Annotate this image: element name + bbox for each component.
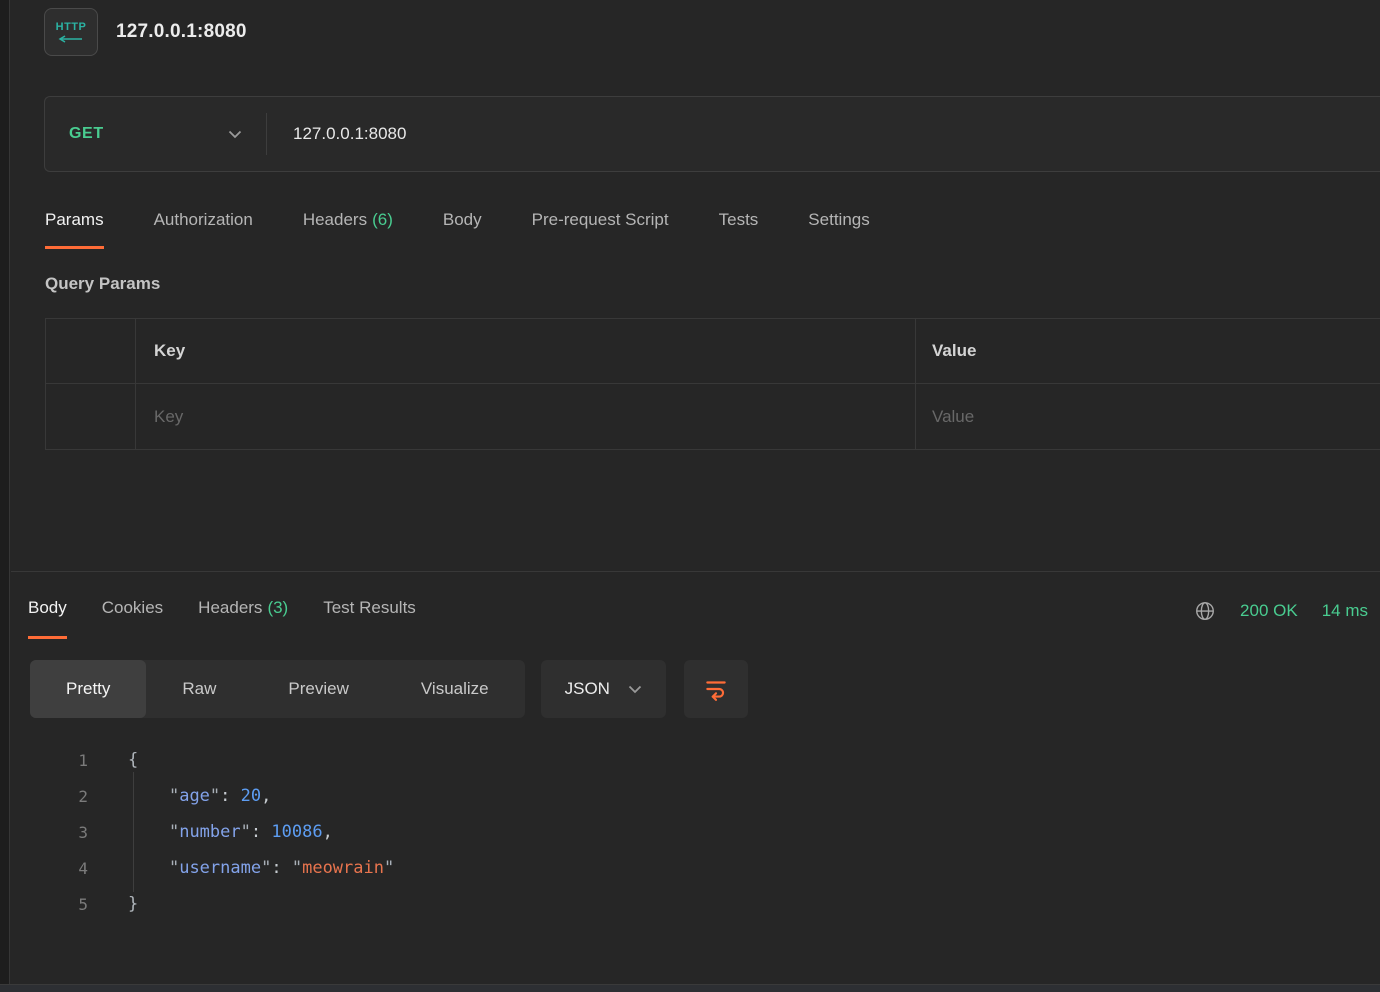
code-line: 4 "username": "meowrain" <box>30 850 1380 886</box>
code-line: 1{ <box>30 742 1380 778</box>
view-preview[interactable]: Preview <box>252 660 384 718</box>
query-params-title: Query Params <box>45 274 160 294</box>
request-title: 127.0.0.1:8080 <box>116 21 247 43</box>
value-placeholder: Value <box>932 407 974 427</box>
view-label: Pretty <box>66 679 110 699</box>
response-view-toggle: Pretty Raw Preview Visualize <box>30 660 525 718</box>
tab-authorization[interactable]: Authorization <box>154 210 253 246</box>
tab-label: Authorization <box>154 210 253 229</box>
view-pretty[interactable]: Pretty <box>30 660 146 718</box>
view-label: Visualize <box>421 679 489 699</box>
tab-response-headers[interactable]: Headers (3) <box>198 598 288 636</box>
tab-label: Headers <box>198 598 262 617</box>
request-header: HTTP 127.0.0.1:8080 <box>44 8 247 56</box>
tab-body[interactable]: Body <box>443 210 482 246</box>
tab-test-results[interactable]: Test Results <box>323 598 416 636</box>
tab-label: Tests <box>719 210 759 229</box>
tab-label: Test Results <box>323 598 416 617</box>
response-view-row: Pretty Raw Preview Visualize JSON <box>30 660 748 718</box>
tab-label: Headers <box>303 210 367 229</box>
tab-label: Body <box>443 210 482 229</box>
http-badge-label: HTTP <box>56 22 87 33</box>
line-number: 1 <box>30 751 88 770</box>
headers-count-badge: (6) <box>372 210 393 229</box>
left-panel-edge <box>0 0 10 992</box>
code-text: } <box>128 894 138 914</box>
code-text: "age": 20, <box>128 786 271 806</box>
view-raw[interactable]: Raw <box>146 660 252 718</box>
tab-pre-request-script[interactable]: Pre-request Script <box>532 210 669 246</box>
response-meta: 200 OK 14 ms <box>1194 600 1368 622</box>
column-header-label: Value <box>932 341 976 361</box>
tab-tests[interactable]: Tests <box>719 210 759 246</box>
table-header-row: Key Value <box>46 319 1380 384</box>
chevron-down-icon <box>228 130 242 139</box>
tab-label: Settings <box>808 210 869 229</box>
code-line: 5} <box>30 886 1380 922</box>
request-tabs: Params Authorization Headers (6) Body Pre… <box>45 210 870 249</box>
http-arrow-icon <box>57 35 85 43</box>
tab-label: Params <box>45 210 104 229</box>
code-lines: 1{2 "age": 20,3 "number": 10086,4 "usern… <box>30 742 1380 922</box>
wrap-text-icon <box>703 676 729 702</box>
view-label: Preview <box>288 679 348 699</box>
url-input[interactable] <box>267 97 1380 171</box>
indent-guide <box>133 772 134 892</box>
select-column-header <box>46 319 136 383</box>
value-column-header: Value <box>916 319 1380 383</box>
chevron-down-icon <box>628 685 642 694</box>
key-input-cell[interactable]: Key <box>136 384 916 449</box>
wrap-text-button[interactable] <box>684 660 748 718</box>
pane-divider[interactable] <box>11 571 1380 572</box>
response-tabs: Body Cookies Headers (3) Test Results <box>28 598 416 639</box>
value-input-cell[interactable]: Value <box>916 384 1380 449</box>
tab-params[interactable]: Params <box>45 210 104 249</box>
format-label: JSON <box>565 679 610 699</box>
tab-cookies[interactable]: Cookies <box>102 598 163 636</box>
column-header-label: Key <box>154 341 185 361</box>
status-bar <box>0 984 1380 992</box>
response-body-editor[interactable]: 1{2 "age": 20,3 "number": 10086,4 "usern… <box>30 742 1380 922</box>
line-number: 5 <box>30 895 88 914</box>
response-headers-count-badge: (3) <box>267 598 288 617</box>
line-number: 4 <box>30 859 88 878</box>
format-dropdown[interactable]: JSON <box>541 660 666 718</box>
tab-settings[interactable]: Settings <box>808 210 869 246</box>
tab-label: Pre-request Script <box>532 210 669 229</box>
view-label: Raw <box>182 679 216 699</box>
line-number: 2 <box>30 787 88 806</box>
response-time: 14 ms <box>1322 601 1368 621</box>
globe-icon[interactable] <box>1194 600 1216 622</box>
table-row: Key Value <box>46 384 1380 449</box>
view-visualize[interactable]: Visualize <box>385 660 525 718</box>
tab-label: Body <box>28 598 67 617</box>
tab-headers[interactable]: Headers (6) <box>303 210 393 246</box>
code-text: { <box>128 750 138 770</box>
query-params-table: Key Value Key Value <box>45 318 1380 450</box>
http-request-icon: HTTP <box>44 8 98 56</box>
key-placeholder: Key <box>154 407 183 427</box>
code-line: 3 "number": 10086, <box>30 814 1380 850</box>
code-line: 2 "age": 20, <box>30 778 1380 814</box>
code-text: "number": 10086, <box>128 822 333 842</box>
tab-label: Cookies <box>102 598 163 617</box>
tab-response-body[interactable]: Body <box>28 598 67 639</box>
app-window: HTTP 127.0.0.1:8080 GET Params Authoriza… <box>0 0 1380 992</box>
row-select-cell[interactable] <box>46 384 136 449</box>
method-dropdown[interactable]: GET <box>45 97 266 171</box>
method-label: GET <box>69 125 104 143</box>
key-column-header: Key <box>136 319 916 383</box>
url-bar: GET <box>44 96 1380 172</box>
code-text: "username": "meowrain" <box>128 858 394 878</box>
line-number: 3 <box>30 823 88 842</box>
status-badge: 200 OK <box>1240 601 1298 621</box>
